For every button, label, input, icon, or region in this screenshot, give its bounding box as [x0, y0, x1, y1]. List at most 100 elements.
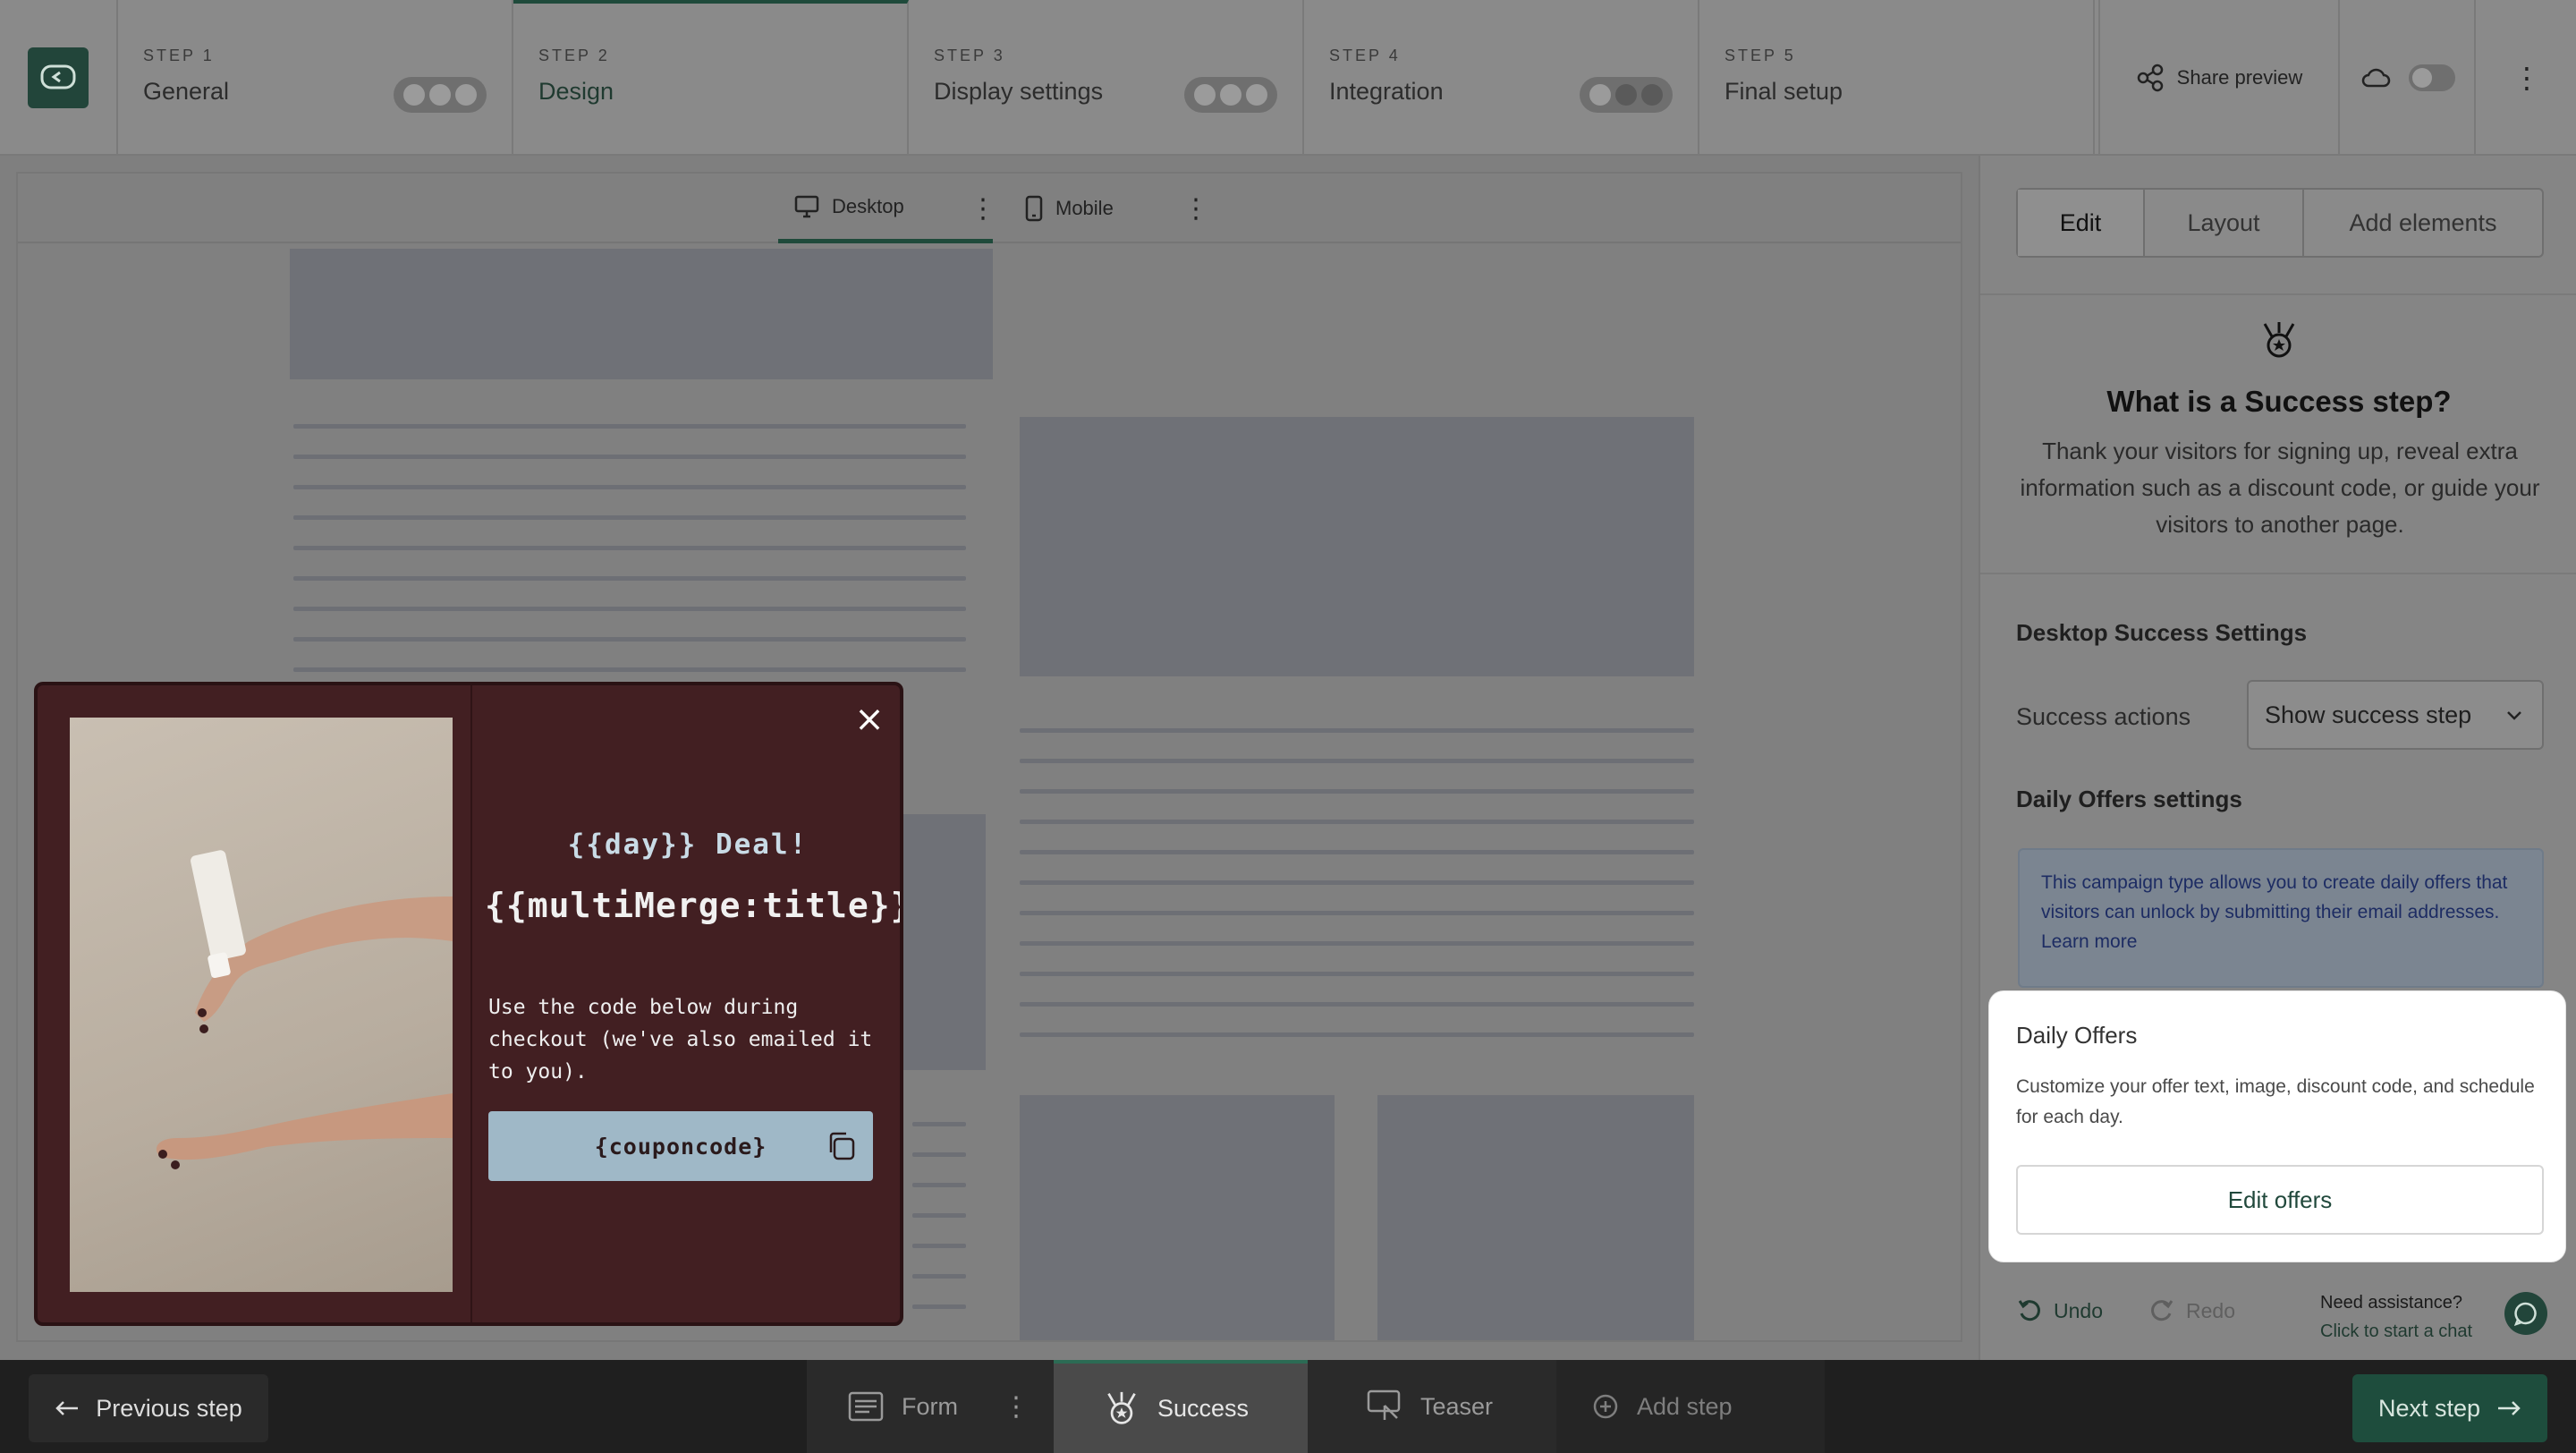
- tab-edit[interactable]: Edit: [2018, 190, 2145, 256]
- redo-icon: [2151, 1300, 2174, 1321]
- success-description: Thank your visitors for signing up, reve…: [2020, 438, 2540, 538]
- text-line: [293, 637, 966, 642]
- form-more-icon[interactable]: ⋮: [1003, 1391, 1030, 1423]
- plus-circle-icon: [1593, 1394, 1618, 1419]
- form-icon: [848, 1391, 884, 1422]
- redo-button[interactable]: Redo: [2148, 1297, 2235, 1324]
- success-badge-icon: [1107, 1391, 1136, 1424]
- step-name: Final setup: [1724, 78, 1843, 105]
- step-general[interactable]: STEP 1 General: [118, 0, 513, 156]
- share-preview-label: Share preview: [2176, 66, 2303, 89]
- badge-icon: [2263, 322, 2295, 358]
- tab-mobile[interactable]: Mobile: [1009, 174, 1130, 243]
- previous-step-button[interactable]: Previous step: [29, 1374, 268, 1442]
- tab-desktop[interactable]: Desktop: [778, 174, 993, 243]
- text-line: [912, 1304, 966, 1309]
- divider: [1980, 573, 2576, 574]
- close-icon[interactable]: ×: [852, 701, 887, 737]
- info-text: This campaign type allows you to create …: [2041, 872, 2508, 922]
- assist-title: Need assistance?: [2320, 1293, 2462, 1313]
- tab-form[interactable]: Form ⋮: [807, 1360, 1054, 1453]
- text-line: [912, 1122, 966, 1126]
- tab-teaser-label: Teaser: [1420, 1392, 1494, 1420]
- previous-step-label: Previous step: [96, 1394, 242, 1422]
- daily-offers-settings-heading: Daily Offers settings: [2016, 786, 2242, 812]
- placeholder-card: [1377, 1095, 1694, 1340]
- text-line: [293, 485, 966, 489]
- coupon-code-box[interactable]: {couponcode}: [488, 1111, 873, 1181]
- chevron-down-icon: [2507, 711, 2521, 720]
- daily-offers-card: Daily Offers Customize your offer text, …: [1989, 991, 2565, 1262]
- logo-cell: [0, 0, 118, 156]
- add-step-button[interactable]: Add step: [1556, 1360, 1825, 1453]
- arrow-right-icon: [2498, 1401, 2521, 1415]
- step-final-setup[interactable]: STEP 5 Final setup: [1699, 0, 2095, 156]
- arrow-left-icon: [55, 1401, 79, 1415]
- add-step-label: Add step: [1637, 1392, 1733, 1420]
- success-popup[interactable]: × {{day}} Deal! {{multiMerge:title}} Use…: [34, 682, 903, 1326]
- daily-offers-description: Customize your offer text, image, discou…: [2016, 1076, 2535, 1127]
- step-name: Design: [538, 78, 614, 105]
- learn-more-link[interactable]: Learn more: [2041, 931, 2137, 952]
- text-line: [1020, 820, 1694, 824]
- popup-deal-heading: {{day}} Deal!: [567, 828, 809, 861]
- mobile-more-icon[interactable]: ⋮: [1182, 174, 1209, 243]
- text-line: [293, 424, 966, 429]
- share-preview-button[interactable]: Share preview: [2098, 0, 2340, 156]
- step-number: STEP 1: [143, 47, 215, 64]
- step-display-settings[interactable]: STEP 3 Display settings: [909, 0, 1304, 156]
- success-actions-value: Show success step: [2265, 701, 2472, 728]
- step-status-indicator: [394, 77, 487, 113]
- tab-success-label: Success: [1157, 1394, 1250, 1422]
- undo-button[interactable]: Undo: [2016, 1297, 2103, 1324]
- success-actions-label: Success actions: [2016, 703, 2191, 730]
- assistance[interactable]: Need assistance? Click to start a chat: [2320, 1288, 2472, 1346]
- more-options-icon[interactable]: ⋮: [2478, 0, 2576, 156]
- tab-add-elements[interactable]: Add elements: [2304, 190, 2542, 256]
- edit-offers-button[interactable]: Edit offers: [2016, 1165, 2544, 1235]
- step-status-indicator: [1580, 77, 1673, 113]
- desktop-icon: [794, 195, 819, 217]
- share-icon: [2137, 64, 2163, 92]
- step-number: STEP 4: [1329, 47, 1401, 64]
- success-actions-select[interactable]: Show success step: [2247, 680, 2544, 750]
- step-design[interactable]: STEP 2 Design: [513, 0, 909, 156]
- autosave-toggle[interactable]: [2409, 64, 2455, 91]
- placeholder-banner: [290, 249, 993, 379]
- info-notice: This campaign type allows you to create …: [2018, 848, 2544, 988]
- step-number: STEP 3: [934, 47, 1005, 64]
- daily-offers-title: Daily Offers: [2016, 1022, 2138, 1049]
- copy-icon[interactable]: [826, 1131, 857, 1161]
- cloud-sync: [2342, 0, 2476, 156]
- app-logo[interactable]: [28, 47, 89, 108]
- popup-title: {{multiMerge:title}}: [485, 886, 903, 925]
- next-step-label: Next step: [2377, 1394, 2481, 1422]
- tab-layout[interactable]: Layout: [2145, 190, 2304, 256]
- text-line: [293, 515, 966, 520]
- text-line: [293, 455, 966, 459]
- text-line: [1020, 850, 1694, 854]
- text-line: [912, 1183, 966, 1187]
- tab-success[interactable]: Success: [1054, 1360, 1308, 1453]
- cloud-icon: [2361, 68, 2391, 88]
- step-number: STEP 5: [1724, 47, 1796, 64]
- tab-form-label: Form: [902, 1392, 958, 1420]
- text-line: [912, 1244, 966, 1248]
- text-line: [1020, 1002, 1694, 1007]
- text-line: [1020, 728, 1694, 733]
- chat-icon[interactable]: [2504, 1292, 2547, 1335]
- tab-teaser[interactable]: Teaser: [1308, 1360, 1556, 1453]
- text-line: [293, 607, 966, 611]
- text-line: [1020, 880, 1694, 885]
- desktop-more-icon[interactable]: ⋮: [970, 174, 996, 243]
- bottom-bar: Previous step Form ⋮ Success Teaser Add …: [0, 1360, 2576, 1453]
- coupon-code: {couponcode}: [594, 1133, 767, 1160]
- text-line: [293, 546, 966, 550]
- popup-image: [70, 718, 453, 1292]
- next-step-button[interactable]: Next step: [2352, 1374, 2547, 1442]
- text-line: [912, 1152, 966, 1157]
- step-integration[interactable]: STEP 4 Integration: [1304, 0, 1699, 156]
- text-line: [912, 1274, 966, 1279]
- text-line: [1020, 789, 1694, 794]
- placeholder-image: [1020, 417, 1694, 676]
